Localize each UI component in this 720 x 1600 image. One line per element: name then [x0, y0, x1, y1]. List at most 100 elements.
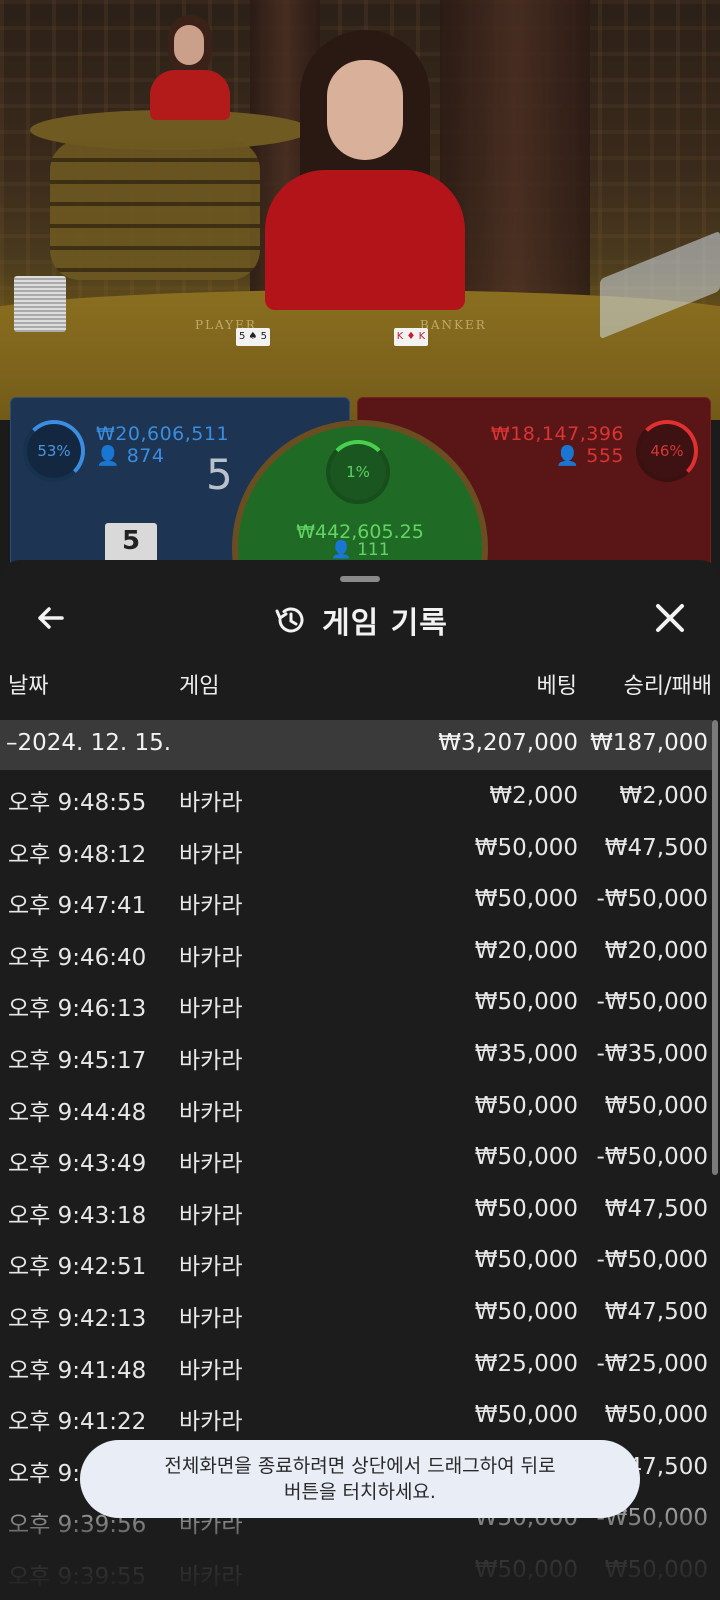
table-row[interactable]: 오후 9:45:17 바카라 ₩35,000 -₩35,000: [0, 1028, 712, 1080]
player-card: 5 ♠ 5: [236, 328, 270, 346]
day-bet-total: ₩3,207,000: [438, 730, 578, 756]
row-time: 오후 9:46:13: [8, 996, 147, 1023]
row-winloss: ₩47,500: [604, 1195, 708, 1222]
column-game: 게임: [179, 674, 220, 699]
scrollbar[interactable]: [712, 720, 718, 1175]
user-icon: 👤: [96, 445, 121, 467]
live-video-stream: PLAYER BANKER 5 ♠ 5 K ♦ K: [0, 0, 720, 420]
sheet-title: 게임 기록: [322, 606, 448, 641]
day-winloss-total: ₩187,000: [590, 730, 708, 756]
table-row[interactable]: 오후 9:46:13 바카라 ₩50,000 -₩50,000: [0, 976, 712, 1028]
row-winloss: ₩47,500: [604, 1298, 708, 1325]
row-winloss: ₩20,000: [604, 937, 708, 964]
column-date: 날짜: [8, 674, 49, 699]
table-row[interactable]: 오후 9:44:48 바카라 ₩50,000 ₩50,000: [0, 1080, 712, 1132]
table-row[interactable]: 오후 9:43:18 바카라 ₩50,000 ₩47,500: [0, 1183, 712, 1235]
banker-card: K ♦ K: [394, 328, 428, 346]
player-percent-ring: 53%: [23, 420, 85, 482]
row-game: 바카라: [179, 1202, 243, 1229]
row-game: 바카라: [179, 841, 243, 868]
table-row[interactable]: 오후 9:48:12 바카라 ₩50,000 ₩47,500: [0, 822, 712, 874]
tie-count-value: 111: [357, 540, 390, 560]
background-chip-tower: [50, 140, 260, 280]
tie-bettor-count: 👤 111: [238, 540, 482, 560]
row-bet: ₩50,000: [474, 1402, 578, 1429]
user-icon: 👤: [555, 445, 580, 467]
row-time: 오후 9:41:22: [8, 1409, 147, 1436]
table-row[interactable]: 오후 9:42:51 바카라 ₩50,000 -₩50,000: [0, 1234, 712, 1286]
row-winloss: -₩50,000: [596, 886, 708, 913]
row-bet: ₩50,000: [474, 1298, 578, 1325]
row-winloss: -₩35,000: [596, 1040, 708, 1067]
row-winloss: ₩50,000: [604, 1402, 708, 1429]
fullscreen-exit-toast: 전체화면을 종료하려면 상단에서 드래그하여 뒤로 버튼을 터치하세요.: [80, 1440, 640, 1518]
player-total-amount: ₩20,606,511: [96, 423, 230, 445]
row-game: 바카라: [179, 1305, 243, 1332]
row-time: 오후 9:43:49: [8, 1151, 147, 1178]
row-game: 바카라: [179, 893, 243, 920]
player-score: 5: [206, 450, 233, 499]
row-bet: ₩50,000: [474, 1092, 578, 1119]
user-icon: 👤: [330, 540, 352, 560]
row-winloss: ₩47,500: [604, 834, 708, 861]
background-dealer: [150, 15, 230, 120]
player-bettor-count: 👤 874: [96, 444, 164, 467]
banker-total-amount: ₩18,147,396: [490, 423, 624, 445]
row-time: 오후 9:48:12: [8, 841, 147, 868]
sheet-drag-handle[interactable]: [340, 576, 380, 582]
table-row[interactable]: 오후 9:46:40 바카라 ₩20,000 ₩20,000: [0, 925, 712, 977]
toast-line-1: 전체화면을 종료하려면 상단에서 드래그하여 뒤로: [164, 1455, 556, 1477]
table-row[interactable]: 오후 9:48:55 바카라 ₩2,000 ₩2,000: [0, 770, 712, 822]
banker-count-value: 555: [586, 445, 624, 467]
row-winloss: ₩50,000: [604, 1092, 708, 1119]
row-time: 오후 9:41:48: [8, 1357, 147, 1384]
close-button[interactable]: [650, 598, 690, 638]
day-summary-row[interactable]: –2024. 12. 15. ₩3,207,000 ₩187,000: [0, 720, 712, 770]
row-game: 바카라: [179, 1151, 243, 1178]
row-winloss: -₩50,000: [596, 1247, 708, 1274]
table-row[interactable]: 오후 9:42:13 바카라 ₩50,000 ₩47,500: [0, 1286, 712, 1338]
table-row[interactable]: 오후 9:47:41 바카라 ₩50,000 -₩50,000: [0, 873, 712, 925]
row-time: 오후 9:44:48: [8, 1099, 147, 1126]
row-game: 바카라: [179, 1047, 243, 1074]
table-header: 날짜 게임 베팅 승리/패배: [0, 668, 720, 700]
row-game: 바카라: [179, 1409, 243, 1436]
felt-banker-label: BANKER: [420, 318, 487, 332]
row-bet: ₩50,000: [474, 1195, 578, 1222]
row-game: 바카라: [179, 996, 243, 1023]
day-date: –2024. 12. 15.: [6, 730, 172, 756]
row-winloss: -₩50,000: [596, 1144, 708, 1171]
row-bet: ₩50,000: [474, 1144, 578, 1171]
row-game: 바카라: [179, 1254, 243, 1281]
row-bet: ₩50,000: [474, 1247, 578, 1274]
row-bet: ₩2,000: [489, 783, 578, 809]
row-bet: ₩20,000: [474, 937, 578, 964]
player-card-value: 5: [105, 523, 157, 563]
row-time: 오후 9:45:17: [8, 1047, 147, 1074]
column-winloss: 승리/패배: [623, 674, 712, 699]
player-count-value: 874: [126, 445, 165, 467]
row-bet: ₩50,000: [474, 834, 578, 861]
row-game: 바카라: [179, 944, 243, 971]
table-row[interactable]: 오후 9:43:49 바카라 ₩50,000 -₩50,000: [0, 1131, 712, 1183]
row-game: 바카라: [179, 1099, 243, 1126]
row-game: 바카라: [179, 790, 243, 816]
row-time: 오후 9:43:18: [8, 1202, 147, 1229]
toast-line-2: 버튼을 터치하세요.: [284, 1481, 436, 1503]
column-bet: 베팅: [536, 674, 577, 699]
row-game: 바카라: [179, 1357, 243, 1384]
row-time: 오후 9:46:40: [8, 944, 147, 971]
table-row[interactable]: 오후 9:41:22 바카라 ₩50,000 ₩50,000: [0, 1389, 712, 1441]
row-time: 오후 9:47:41: [8, 893, 147, 920]
banker-bettor-count: 👤 555: [556, 444, 624, 467]
row-winloss: -₩50,000: [596, 989, 708, 1016]
row-bet: ₩50,000: [474, 989, 578, 1016]
row-time: 오후 9:48:55: [8, 790, 147, 816]
table-row[interactable]: 오후 9:41:48 바카라 ₩25,000 -₩25,000: [0, 1338, 712, 1390]
row-bet: ₩25,000: [474, 1350, 578, 1377]
history-icon: [275, 607, 304, 633]
row-winloss: ₩2,000: [619, 783, 708, 809]
row-bet: ₩35,000: [474, 1040, 578, 1067]
tie-percent-ring: 1%: [326, 440, 390, 504]
banker-percent-ring: 46%: [636, 420, 698, 482]
